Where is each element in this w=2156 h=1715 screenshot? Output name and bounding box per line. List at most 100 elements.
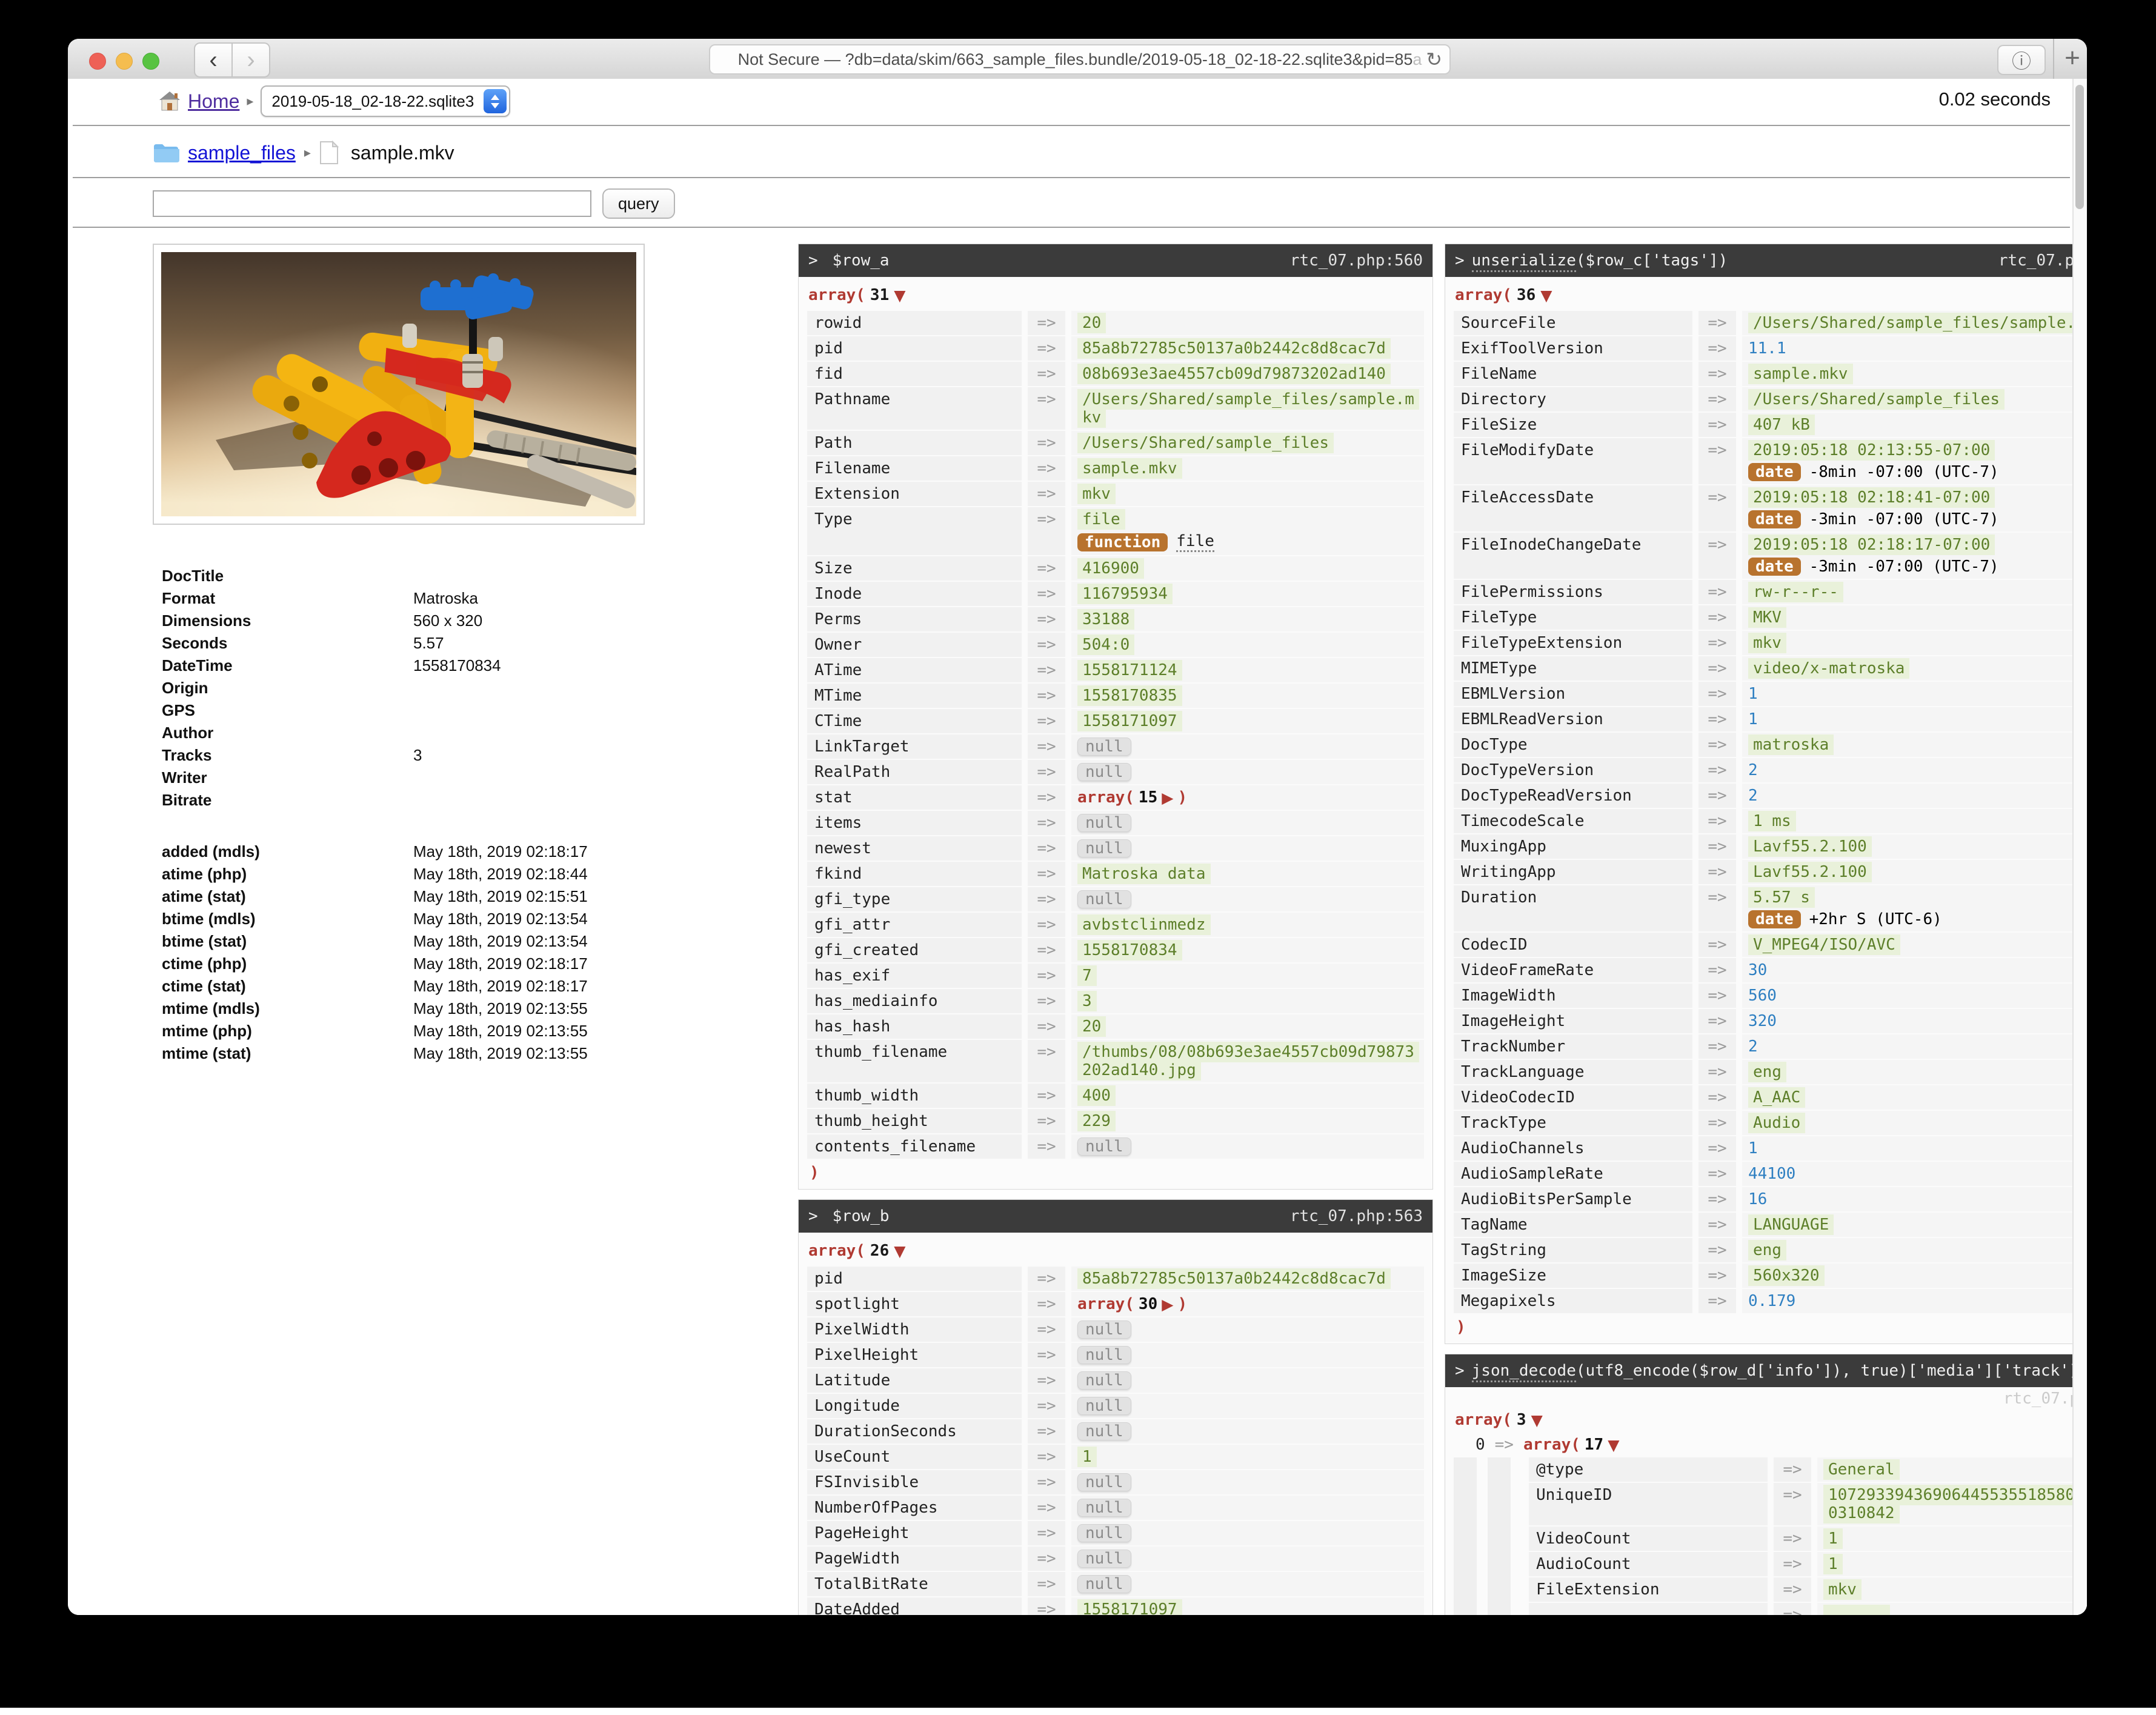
metadata-label: Seconds — [162, 634, 413, 653]
kint-value-cell: mkv — [1071, 482, 1424, 506]
kint-key: EBMLVersion — [1454, 682, 1692, 706]
kint-value-cell: null — [1071, 1521, 1424, 1545]
database-select[interactable]: 2019-05-18_02-18-22.sqlite3 — [261, 85, 510, 117]
kint-key: rowid — [807, 311, 1022, 335]
value-line: Lavf55.2.100 — [1748, 838, 2087, 856]
triangle-down-icon: ▼ — [1531, 1413, 1543, 1428]
kint-value-cell: matroska — [1742, 733, 2087, 757]
bottom-strip — [0, 1708, 2156, 1715]
null-badge: null — [1077, 1320, 1131, 1339]
kint-key: Longitude — [807, 1394, 1022, 1418]
kint-key: ExifToolVersion — [1454, 336, 1692, 361]
kint-value-cell: Lavf55.2.100 — [1742, 834, 2087, 859]
arrow-separator: => — [1774, 1483, 1811, 1525]
kint-row: MTime=>1558170835 — [807, 684, 1424, 708]
string-value: mkv — [1823, 1579, 1862, 1600]
value-line: Matroska data — [1077, 865, 1418, 883]
kint-row: Size=>416900 — [807, 556, 1424, 581]
value-line: 20 — [1077, 1017, 1418, 1036]
kint-value-cell: null — [1071, 1343, 1424, 1367]
array-open-line[interactable]: array(3▼ — [1455, 1409, 2087, 1431]
array-open-line[interactable]: array(26▼ — [808, 1240, 1424, 1262]
kint-value-cell: 5.57 sdate+2hr S (UTC-6) — [1742, 885, 2087, 931]
panel-header[interactable]: >$row_b rtc_07.php:563 — [799, 1200, 1432, 1233]
panel-header[interactable]: >$row_a rtc_07.php:560 — [799, 244, 1432, 277]
metadata-label: Writer — [162, 768, 413, 787]
array-open-line[interactable]: array(31▼ — [808, 284, 1424, 306]
string-value: A_AAC — [1748, 1087, 1805, 1108]
kint-key: RealPath — [807, 760, 1022, 784]
value-line: rw-r--r-- — [1748, 583, 2087, 601]
arrow-separator: => — [1699, 362, 1736, 386]
kint-value-cell: Audio — [1742, 1111, 2087, 1135]
kint-value-cell: 416900 — [1071, 556, 1424, 581]
scrollbar-thumb[interactable] — [2075, 85, 2084, 209]
kint-value-cell: A_AAC — [1742, 1085, 2087, 1110]
value-line: 504:0 — [1077, 636, 1418, 654]
arrow-separator: => — [1699, 885, 1736, 931]
value-line: 2 — [1748, 761, 2087, 779]
metadata-value: May 18th, 2019 02:18:17 — [413, 954, 588, 973]
kint-key: PageWidth — [807, 1547, 1022, 1571]
arrow-separator: => — [1028, 1521, 1065, 1545]
kint-value-cell: Lavf55.2.100 — [1742, 860, 2087, 884]
string-value: /Users/Shared/sample_files/sample.mkv — [1748, 313, 2087, 333]
null-badge: null — [1077, 763, 1131, 781]
string-value: /Users/Shared/sample_files — [1077, 433, 1334, 453]
kint-value-cell: 229 — [1071, 1109, 1424, 1133]
kint-row: Directory=>/Users/Shared/sample_files — [1454, 387, 2087, 411]
kint-row: has_exif=>7 — [807, 964, 1424, 988]
kint-value-cell: General — [1817, 1457, 2087, 1482]
kint-row: ImageWidth=>560 — [1454, 984, 2087, 1008]
array-toggle[interactable]: array(15▶) — [1077, 788, 1187, 807]
page-scrollbar[interactable] — [2072, 79, 2087, 1615]
array-toggle[interactable]: array(30▶) — [1077, 1295, 1187, 1313]
query-input[interactable] — [153, 190, 591, 217]
address-bar[interactable]: Not Secure — ?db=data/skim/663_sample_fi… — [709, 44, 1451, 75]
arrow-separator: => — [1699, 1111, 1736, 1135]
kint-value-cell: 10729339436906445535518580025230310842 — [1817, 1483, 2087, 1525]
info-button[interactable]: ⓘ — [1997, 45, 2046, 75]
panel-header[interactable]: >unserialize($row_c['tags']) rtc_07.php:… — [1445, 244, 2087, 277]
kint-key: TrackLanguage — [1454, 1060, 1692, 1084]
home-link[interactable]: Home — [188, 90, 239, 113]
url-text: Not Secure — ?db=data/skim/663_sample_fi… — [738, 50, 1422, 69]
arrow-separator: => — [1028, 336, 1065, 361]
arrow-separator: => — [1028, 887, 1065, 911]
array-open-line[interactable]: array(36▼ — [1455, 284, 2087, 306]
folder-link[interactable]: sample_files — [188, 142, 296, 164]
nav-buttons: ‹ › — [194, 42, 270, 78]
arrow-separator: => — [1028, 709, 1065, 733]
arrow-separator: => — [1774, 1603, 1811, 1615]
minimize-window-button[interactable] — [116, 53, 133, 70]
value-line: 5.57 s — [1748, 888, 2087, 907]
reload-icon[interactable]: ↻ — [1426, 48, 1442, 71]
string-value: 1558171124 — [1077, 660, 1182, 681]
close-window-button[interactable] — [89, 53, 106, 70]
array-word: array( — [808, 1242, 865, 1260]
metadata-value: May 18th, 2019 02:18:17 — [413, 842, 588, 861]
number-value: 11.1 — [1748, 339, 1786, 358]
kint-value-cell: null — [1071, 1419, 1424, 1444]
array-toggle[interactable]: array(17▼ — [1523, 1436, 1619, 1454]
arrow-separator: => — [1028, 964, 1065, 988]
kint-key: Latitude — [807, 1368, 1022, 1393]
kint-row: thumb_height=>229 — [807, 1109, 1424, 1133]
breadcrumb-separator: ▸ — [304, 145, 311, 161]
kint-key: stat — [807, 785, 1022, 810]
triangle-down-icon: ▼ — [894, 288, 905, 303]
kint-key: Size — [807, 556, 1022, 581]
query-button[interactable]: query — [602, 188, 675, 219]
kint-key: FilePermissions — [1454, 580, 1692, 604]
arrow-separator: => — [1028, 1084, 1065, 1108]
arrow-separator: => — [1774, 1552, 1811, 1576]
arrow-separator: => — [1028, 1014, 1065, 1039]
kint-row: AudioSampleRate=>44100 — [1454, 1162, 2087, 1186]
new-tab-button[interactable]: + — [2058, 39, 2087, 78]
zoom-window-button[interactable] — [142, 53, 159, 70]
panel-header[interactable]: >json_decode(utf8_encode($row_d['info'])… — [1445, 1354, 2087, 1387]
metadata-row: added (mdls)May 18th, 2019 02:18:17 — [162, 842, 780, 865]
kint-row: Inode=>116795934 — [807, 582, 1424, 606]
forward-button[interactable]: › — [233, 42, 270, 78]
back-button[interactable]: ‹ — [194, 42, 233, 78]
